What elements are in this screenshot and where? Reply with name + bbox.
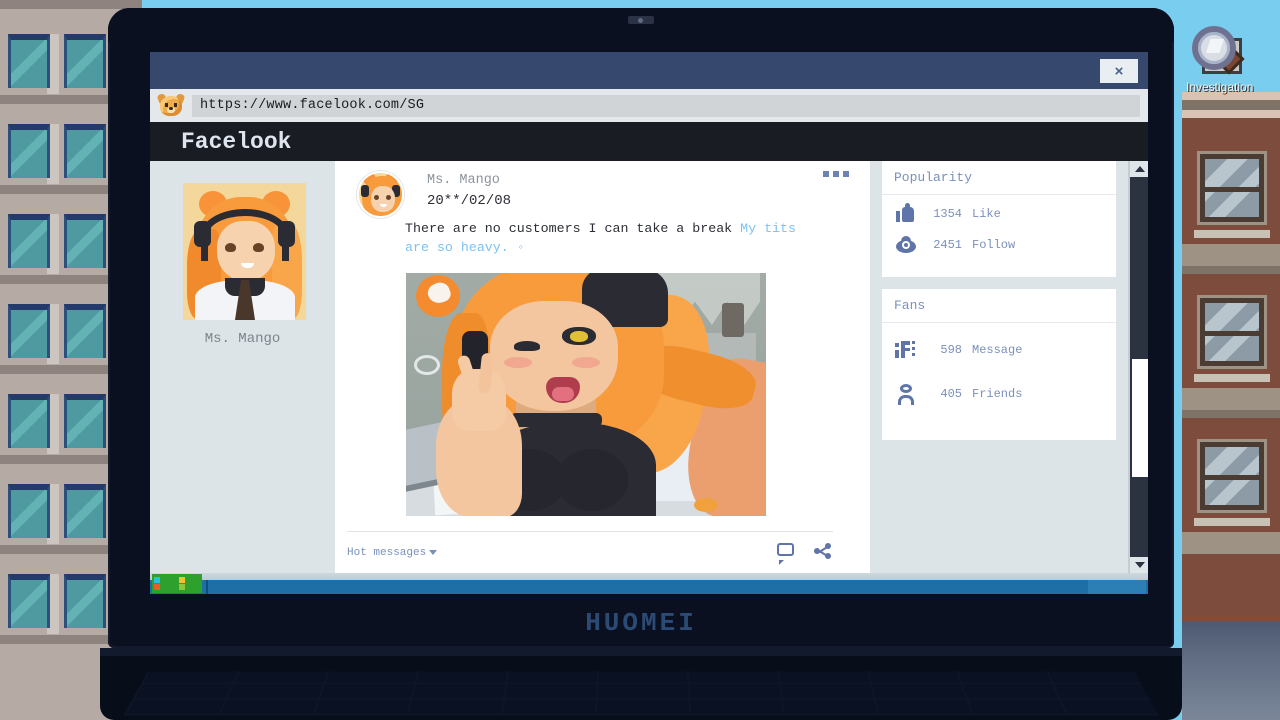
close-button[interactable]: ×	[1100, 59, 1138, 83]
fans-title: Fans	[882, 289, 1116, 323]
desktop-icon-label: Investigation	[1186, 80, 1250, 94]
post-text-plain: There are no customers I can take a brea…	[405, 221, 740, 236]
start-button[interactable]	[152, 574, 202, 593]
message-icon	[894, 339, 920, 361]
laptop-screen: × Facelook	[150, 52, 1148, 594]
share-icon[interactable]	[814, 543, 831, 560]
comment-icon[interactable]	[777, 543, 794, 560]
follow-label: Follow	[972, 238, 1015, 252]
post-author-avatar[interactable]	[357, 171, 404, 218]
taskbar-items[interactable]	[206, 580, 1086, 594]
profile-name: Ms. Mango	[150, 331, 335, 347]
hot-messages-label: Hot messages	[347, 547, 426, 559]
post-column: Ms. Mango 20**/02/08 There are no custom…	[335, 161, 870, 573]
post-date: 20**/02/08	[427, 193, 511, 209]
scroll-up-arrow-icon[interactable]	[1130, 161, 1148, 177]
profile-column: Ms. Mango	[150, 161, 335, 573]
os-taskbar	[150, 573, 1148, 594]
laptop-device: HUOMEI × Facelook	[100, 8, 1180, 720]
right-building	[1182, 92, 1280, 622]
browser-url-bar	[150, 89, 1148, 122]
like-count: 1354	[920, 207, 962, 221]
start-square-4	[179, 584, 185, 590]
stat-row-follow[interactable]: 2451 Follow	[894, 234, 1104, 256]
post-options-icon[interactable]	[823, 171, 849, 177]
friends-label: Friends	[972, 387, 1022, 401]
profile-avatar[interactable]	[183, 183, 306, 320]
post-header: Ms. Mango 20**/02/08	[357, 167, 849, 217]
like-label: Like	[972, 207, 1001, 221]
popularity-title: Popularity	[882, 161, 1116, 195]
stats-column: Popularity 1354 Like	[870, 161, 1128, 573]
doge-icon	[158, 94, 184, 118]
post-image[interactable]	[406, 273, 766, 516]
post-divider	[347, 531, 833, 532]
popularity-card: Popularity 1354 Like	[882, 161, 1116, 277]
desktop-icon-investigation[interactable]: Investigation	[1186, 22, 1250, 94]
page-content: Ms. Mango Ms.	[150, 161, 1148, 573]
post-author-name[interactable]: Ms. Mango	[427, 173, 500, 188]
post-footer: Hot messages	[347, 543, 833, 567]
url-input[interactable]	[192, 95, 1140, 117]
start-square-3	[154, 584, 160, 590]
person-icon	[894, 383, 920, 405]
taskbar-top-edge	[150, 573, 1148, 580]
laptop-brand-label: HUOMEI	[108, 608, 1174, 638]
site-header: Facelook	[150, 122, 1148, 161]
start-square-2	[179, 577, 185, 583]
laptop-hinge	[100, 648, 1182, 656]
laptop-lid: HUOMEI × Facelook	[108, 8, 1174, 648]
stat-row-like[interactable]: 1354 Like	[894, 203, 1104, 225]
start-square-1	[154, 577, 160, 583]
stat-row-friends[interactable]: 405 Friends	[894, 383, 1104, 405]
vertical-scrollbar[interactable]	[1128, 161, 1148, 573]
scroll-down-arrow-icon[interactable]	[1130, 557, 1148, 573]
taskbar-tray[interactable]	[1088, 580, 1146, 594]
street-strip	[1182, 622, 1280, 720]
magnifier-icon	[1188, 22, 1248, 78]
laptop-base	[100, 648, 1182, 720]
post-text: There are no customers I can take a brea…	[405, 219, 815, 257]
browser-titlebar: ×	[150, 52, 1148, 89]
scrollbar-thumb[interactable]	[1132, 359, 1148, 477]
stat-row-message[interactable]: 598 Message	[894, 339, 1104, 361]
laptop-keyboard	[123, 671, 1158, 715]
friends-count: 405	[920, 387, 962, 401]
hot-messages-dropdown[interactable]: Hot messages	[347, 547, 437, 559]
message-count: 598	[920, 343, 962, 357]
webcam-icon	[628, 16, 654, 24]
eye-icon	[894, 234, 920, 256]
fans-card: Fans 598 Message	[882, 289, 1116, 440]
laptop-bezel-top	[108, 8, 1174, 42]
follow-count: 2451	[920, 238, 962, 252]
site-logo[interactable]: Facelook	[181, 129, 291, 155]
message-label: Message	[972, 343, 1022, 357]
post-text-tail: ◦	[509, 240, 525, 255]
thumbs-up-icon	[894, 203, 920, 225]
